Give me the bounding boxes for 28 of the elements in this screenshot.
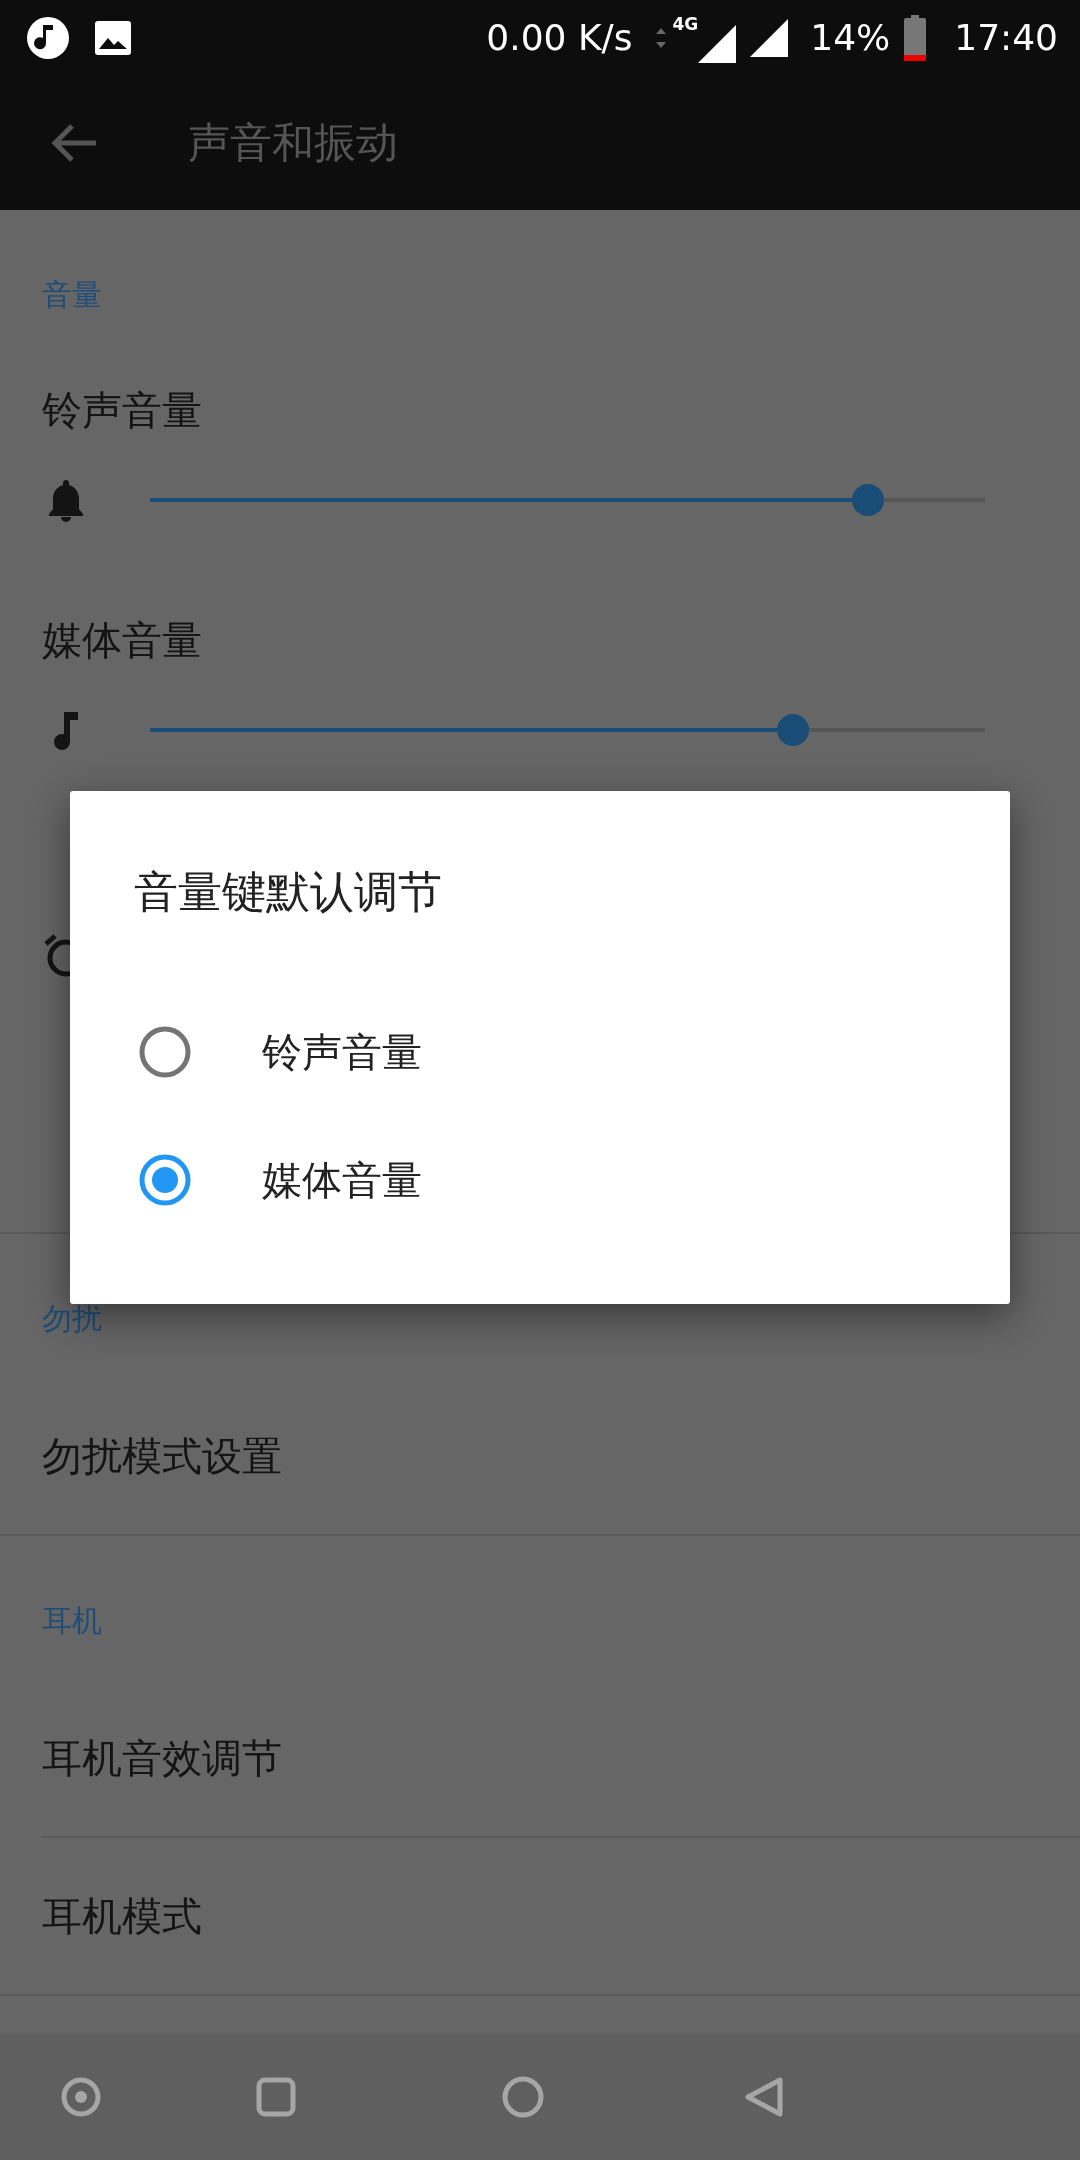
screen-title: 声音和振动	[188, 117, 398, 169]
section-header: 耳机	[41, 1602, 103, 1640]
signal-icon	[698, 24, 737, 63]
network-type: 4G	[672, 14, 699, 33]
network-speed: 0.00 K/s	[486, 17, 633, 58]
radio-option[interactable]: 铃声音量	[70, 988, 1010, 1116]
back-arrow-icon[interactable]	[50, 122, 98, 163]
slider-thumb[interactable]	[852, 484, 885, 516]
home-circle-icon[interactable]	[502, 2075, 544, 2118]
back-triangle-icon[interactable]	[743, 2075, 785, 2118]
clock-time: 17:40	[954, 17, 1058, 58]
slider-thumb[interactable]	[776, 714, 809, 746]
battery-icon	[904, 14, 927, 61]
radio-option[interactable]: 媒体音量	[70, 1116, 1010, 1244]
battery-percent: 14%	[810, 17, 891, 58]
section-header: 音量	[41, 276, 103, 314]
setting-label[interactable]: 耳机模式	[42, 1888, 1038, 1944]
target-icon[interactable]	[60, 2075, 102, 2118]
setting-label[interactable]: 耳机音效调节	[42, 1730, 1038, 1786]
music-app-icon	[26, 15, 70, 60]
dialog-title: 音量键默认调节	[134, 865, 443, 919]
setting-label: 铃声音量	[42, 386, 203, 435]
signal-icon	[750, 18, 789, 57]
setting-label[interactable]: 勿扰模式设置	[42, 1428, 1038, 1484]
image-icon	[94, 19, 132, 56]
recents-square-icon[interactable]	[255, 2075, 297, 2118]
setting-label: 媒体音量	[42, 616, 203, 665]
section-header: 勿扰	[41, 1300, 103, 1338]
